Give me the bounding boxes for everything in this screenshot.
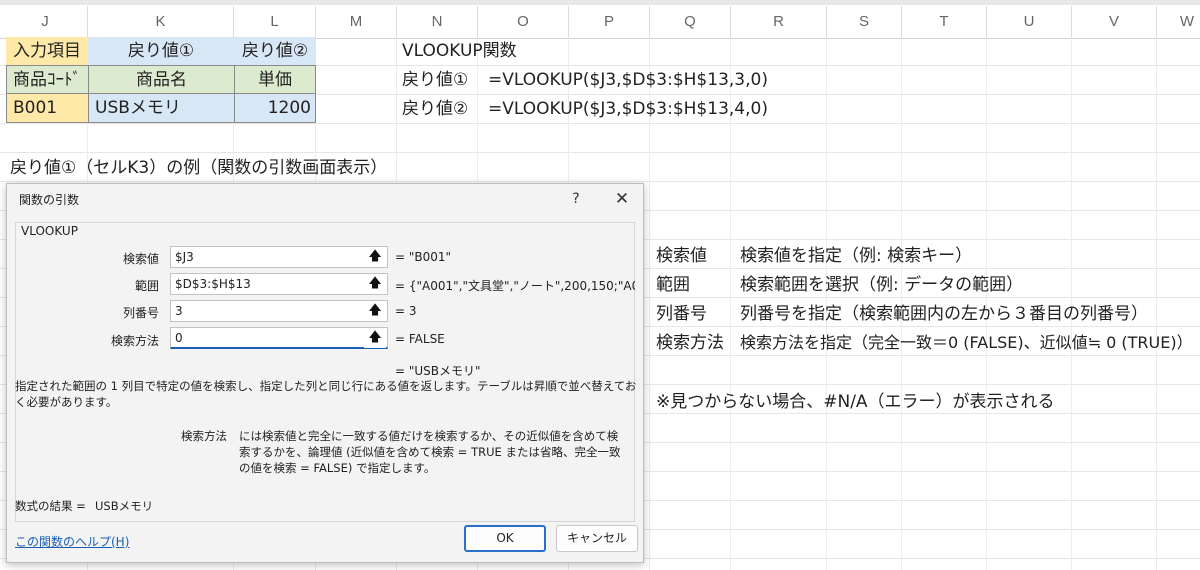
column-header-k[interactable]: K bbox=[88, 10, 233, 34]
cell-l3-unit-price[interactable]: 1200 bbox=[234, 93, 316, 123]
note-term-lookup-value[interactable]: 検索値 bbox=[656, 242, 707, 270]
note-term-range[interactable]: 範囲 bbox=[656, 271, 690, 299]
collapse-dialog-icon[interactable]: 🡅 bbox=[364, 328, 386, 348]
cell-k1-return1-label[interactable]: 戻り値① bbox=[88, 37, 234, 66]
formula-label-2[interactable]: 戻り値② bbox=[402, 95, 468, 123]
function-description: 指定された範囲の 1 列目で特定の値を検索し、指定した列と同じ行にある値を返しま… bbox=[15, 379, 637, 409]
cell-l2-header[interactable]: 単価 bbox=[234, 65, 316, 94]
arg-input-match-type[interactable]: 0 bbox=[170, 327, 388, 349]
cell-l1-return2-label[interactable]: 戻り値② bbox=[234, 37, 316, 66]
function-name: VLOOKUP bbox=[21, 224, 78, 238]
overall-result-preview: = "USBメモリ" bbox=[395, 364, 481, 378]
arg-input-lookup-value[interactable]: $J3 bbox=[170, 246, 388, 268]
column-header-t[interactable]: T bbox=[902, 10, 986, 34]
cell-k2-header[interactable]: 商品名 bbox=[88, 65, 235, 94]
example-caption[interactable]: 戻り値①（セルK3）の例（関数の引数画面表示） bbox=[10, 154, 387, 182]
dialog-titlebar[interactable]: 関数の引数 ? ✕ bbox=[7, 184, 643, 214]
column-header-o[interactable]: O bbox=[478, 10, 568, 34]
formula-result-value: USBメモリ bbox=[95, 499, 154, 513]
column-header-p[interactable]: P bbox=[569, 10, 649, 34]
column-header-m[interactable]: M bbox=[316, 10, 396, 34]
ribbon-edge bbox=[0, 0, 1200, 5]
cell-j1-input-label[interactable]: 入力項目 bbox=[6, 37, 88, 66]
arg-label-range: 範囲 bbox=[134, 279, 159, 293]
column-header-v[interactable]: V bbox=[1072, 10, 1156, 34]
collapse-dialog-icon[interactable]: 🡅 bbox=[364, 301, 386, 321]
note-desc-lookup-value[interactable]: 検索値を指定（例: 検索キー） bbox=[740, 242, 972, 270]
arg-help-label: 検索方法 bbox=[181, 429, 227, 443]
function-arguments-dialog: 関数の引数 ? ✕ VLOOKUP 検索値 $J3 🡅 = "B001" 範囲 … bbox=[6, 183, 644, 563]
note-desc-range[interactable]: 検索範囲を選択（例: データの範囲） bbox=[740, 271, 1023, 299]
close-icon[interactable]: ✕ bbox=[611, 188, 633, 210]
column-header-q[interactable]: Q bbox=[650, 10, 730, 34]
arg-result-lookup-value: = "B001" bbox=[395, 250, 452, 264]
dialog-title: 関数の引数 bbox=[19, 193, 80, 207]
formula-section-title[interactable]: VLOOKUP関数 bbox=[402, 37, 517, 65]
column-header-r[interactable]: R bbox=[731, 10, 826, 34]
note-term-col-index[interactable]: 列番号 bbox=[656, 300, 707, 328]
function-help-link[interactable]: この関数のヘルプ(H) bbox=[15, 533, 129, 550]
ok-button[interactable]: OK bbox=[464, 525, 546, 552]
arg-result-range: = {"A001","文具堂","ノート",200,150;"A00 bbox=[395, 279, 635, 293]
collapse-dialog-icon[interactable]: 🡅 bbox=[364, 274, 386, 294]
arg-label-col-index: 列番号 bbox=[122, 306, 159, 320]
arg-input-range[interactable]: $D$3:$H$13 bbox=[170, 273, 388, 295]
cell-j3-product-code[interactable]: B001 bbox=[6, 93, 89, 123]
column-header-j[interactable]: J bbox=[10, 10, 80, 34]
note-desc-match-type[interactable]: 検索方法を指定（完全一致＝0 (FALSE)、近似値≒ 0 (TRUE)） bbox=[740, 329, 1193, 357]
column-header-l[interactable]: L bbox=[234, 10, 315, 34]
arg-label-match-type: 検索方法 bbox=[110, 334, 159, 348]
column-header-bar: J K L M N O P Q R S T U V W bbox=[0, 0, 1200, 40]
formula-text-1[interactable]: =VLOOKUP($J3,$D$3:$H$13,3,0) bbox=[488, 66, 768, 94]
collapse-dialog-icon[interactable]: 🡅 bbox=[364, 247, 386, 267]
column-header-n[interactable]: N bbox=[397, 10, 477, 34]
help-icon[interactable]: ? bbox=[565, 188, 587, 210]
note-term-match-type[interactable]: 検索方法 bbox=[656, 329, 724, 357]
arg-label-lookup-value: 検索値 bbox=[122, 252, 159, 266]
formula-text-2[interactable]: =VLOOKUP($J3,$D$3:$H$13,4,0) bbox=[488, 95, 768, 123]
note-desc-col-index[interactable]: 列番号を指定（検索範囲内の左から３番目の列番号） bbox=[740, 300, 1148, 328]
arg-help-text: には検索値と完全に一致する値だけを検索するか、その近似値を含めて検索するかを、論… bbox=[239, 429, 621, 475]
cell-j2-header[interactable]: 商品ｺｰﾄﾞ bbox=[6, 65, 89, 94]
cell-k3-product-name[interactable]: USBメモリ bbox=[88, 93, 235, 123]
formula-result-label: 数式の結果 = bbox=[15, 499, 86, 513]
arg-result-col-index: = 3 bbox=[395, 304, 417, 318]
column-header-u[interactable]: U bbox=[987, 10, 1071, 34]
column-header-w[interactable]: W bbox=[1157, 10, 1200, 34]
formula-label-1[interactable]: 戻り値① bbox=[402, 66, 468, 94]
arg-result-match-type: = FALSE bbox=[395, 332, 445, 346]
column-header-s[interactable]: S bbox=[827, 10, 901, 34]
arg-input-col-index[interactable]: 3 bbox=[170, 300, 388, 322]
cancel-button[interactable]: キャンセル bbox=[556, 525, 638, 552]
na-error-remark[interactable]: ※見つからない場合、#N/A（エラー）が表示される bbox=[656, 388, 1055, 416]
